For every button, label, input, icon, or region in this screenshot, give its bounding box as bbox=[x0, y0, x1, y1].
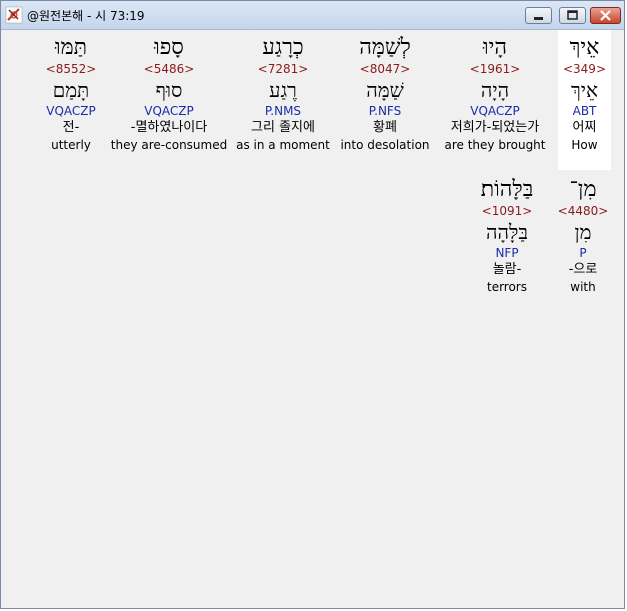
english-gloss: are they brought bbox=[444, 138, 546, 152]
strong-number[interactable]: <1091> bbox=[467, 203, 547, 219]
hebrew-word: סָפוּ bbox=[154, 35, 184, 60]
morphology-code: P.NFS bbox=[368, 104, 402, 118]
morphology-code: P bbox=[579, 246, 587, 260]
strong-number[interactable]: <8047> bbox=[337, 61, 433, 77]
korean-gloss: 그리 졸지에 bbox=[251, 120, 315, 135]
word-block[interactable]: הָיוּ <1961> הָיָה VQACZP 저희가-되었는가 are t… bbox=[437, 35, 553, 153]
english-gloss: they are-consumed bbox=[110, 138, 228, 152]
morphology-code: P.NMS bbox=[264, 104, 302, 118]
lemma-word: הָיָה bbox=[480, 78, 510, 102]
word-block[interactable]: סָפוּ <5486> סוּף VQACZP -멸하였나이다 they ar… bbox=[110, 35, 228, 153]
korean-gloss: -멸하였나이다 bbox=[130, 120, 208, 135]
hebrew-word: בַּלָּהוֹת׃ bbox=[480, 177, 534, 202]
strong-number[interactable]: <1961> bbox=[437, 61, 553, 77]
hebrew-word: כְרָגַע bbox=[262, 35, 304, 60]
lemma-word: אֵיךְ bbox=[570, 78, 599, 102]
lemma-word: שַׁמָּה bbox=[366, 78, 404, 102]
english-gloss: as in a moment bbox=[236, 138, 330, 152]
strong-number[interactable]: <4480> bbox=[553, 203, 613, 219]
lemma-word: בַּלָּהָה bbox=[485, 220, 528, 244]
word-block[interactable]: כְרָגַע <7281> רֶגַע P.NMS 그리 졸지에 as in … bbox=[235, 35, 331, 153]
title-bar[interactable]: @원전본해 - 시 73:19 bbox=[1, 1, 624, 30]
strong-number[interactable]: <349> bbox=[558, 61, 611, 77]
lemma-word: רֶגַע bbox=[269, 78, 297, 102]
maximize-button[interactable] bbox=[559, 7, 586, 24]
morphology-code: VQACZP bbox=[470, 104, 520, 118]
english-gloss: utterly bbox=[51, 138, 91, 152]
korean-gloss: 놀람- bbox=[492, 262, 522, 277]
hebrew-word: הָיוּ bbox=[482, 35, 508, 60]
word-block[interactable]: תַּמּוּ <8552> תָּמַם VQACZP 전- utterly bbox=[41, 35, 101, 153]
morphology-code: ABT bbox=[572, 104, 597, 118]
minimize-button[interactable] bbox=[525, 7, 552, 24]
korean-gloss: 전- bbox=[62, 120, 80, 135]
lemma-word: סוּף bbox=[155, 78, 183, 102]
english-gloss: into desolation bbox=[340, 138, 430, 152]
word-block[interactable]: אֵיךְ <349> אֵיךְ ABT 어찌 How bbox=[558, 35, 611, 153]
word-block[interactable]: לְשַׁמָּה <8047> שַׁמָּה P.NFS 황폐 into d… bbox=[337, 35, 433, 153]
app-icon bbox=[5, 6, 23, 24]
close-button[interactable] bbox=[590, 7, 621, 24]
english-gloss: terrors bbox=[486, 280, 527, 294]
window-title: @원전본해 - 시 73:19 bbox=[27, 9, 145, 23]
korean-gloss: 저희가-되었는가 bbox=[450, 120, 540, 135]
app-window: @원전본해 - 시 73:19 אֵיךְ <349> אֵיךְ ABT 어찌… bbox=[0, 0, 625, 609]
word-block[interactable]: בַּלָּהוֹת׃ <1091> בַּלָּהָה NFP 놀람- ter… bbox=[467, 177, 547, 295]
strong-number[interactable]: <5486> bbox=[110, 61, 228, 77]
hebrew-word: אֵיךְ bbox=[569, 35, 600, 60]
strong-number[interactable]: <7281> bbox=[235, 61, 331, 77]
hebrew-word: לְשַׁמָּה bbox=[359, 35, 411, 60]
english-gloss: How bbox=[571, 138, 598, 152]
lemma-word: תָּמַם bbox=[52, 78, 90, 102]
word-block[interactable]: מִן־ <4480> מִן P -으로 with bbox=[553, 177, 613, 295]
maximize-icon bbox=[560, 8, 585, 23]
morphology-code: VQACZP bbox=[144, 104, 194, 118]
hebrew-word: תַּמּוּ bbox=[54, 35, 88, 60]
korean-gloss: 어찌 bbox=[572, 120, 597, 135]
interlinear-view: אֵיךְ <349> אֵיךְ ABT 어찌 How הָיוּ <1961… bbox=[3, 30, 624, 608]
lemma-word: מִן bbox=[574, 220, 592, 244]
korean-gloss: -으로 bbox=[568, 262, 598, 277]
hebrew-word: מִן־ bbox=[569, 177, 597, 202]
minimize-icon bbox=[526, 8, 551, 23]
korean-gloss: 황폐 bbox=[373, 120, 397, 135]
close-icon bbox=[591, 8, 620, 23]
morphology-code: NFP bbox=[495, 246, 519, 260]
english-gloss: with bbox=[570, 280, 596, 294]
strong-number[interactable]: <8552> bbox=[41, 61, 101, 77]
morphology-code: VQACZP bbox=[46, 104, 96, 118]
